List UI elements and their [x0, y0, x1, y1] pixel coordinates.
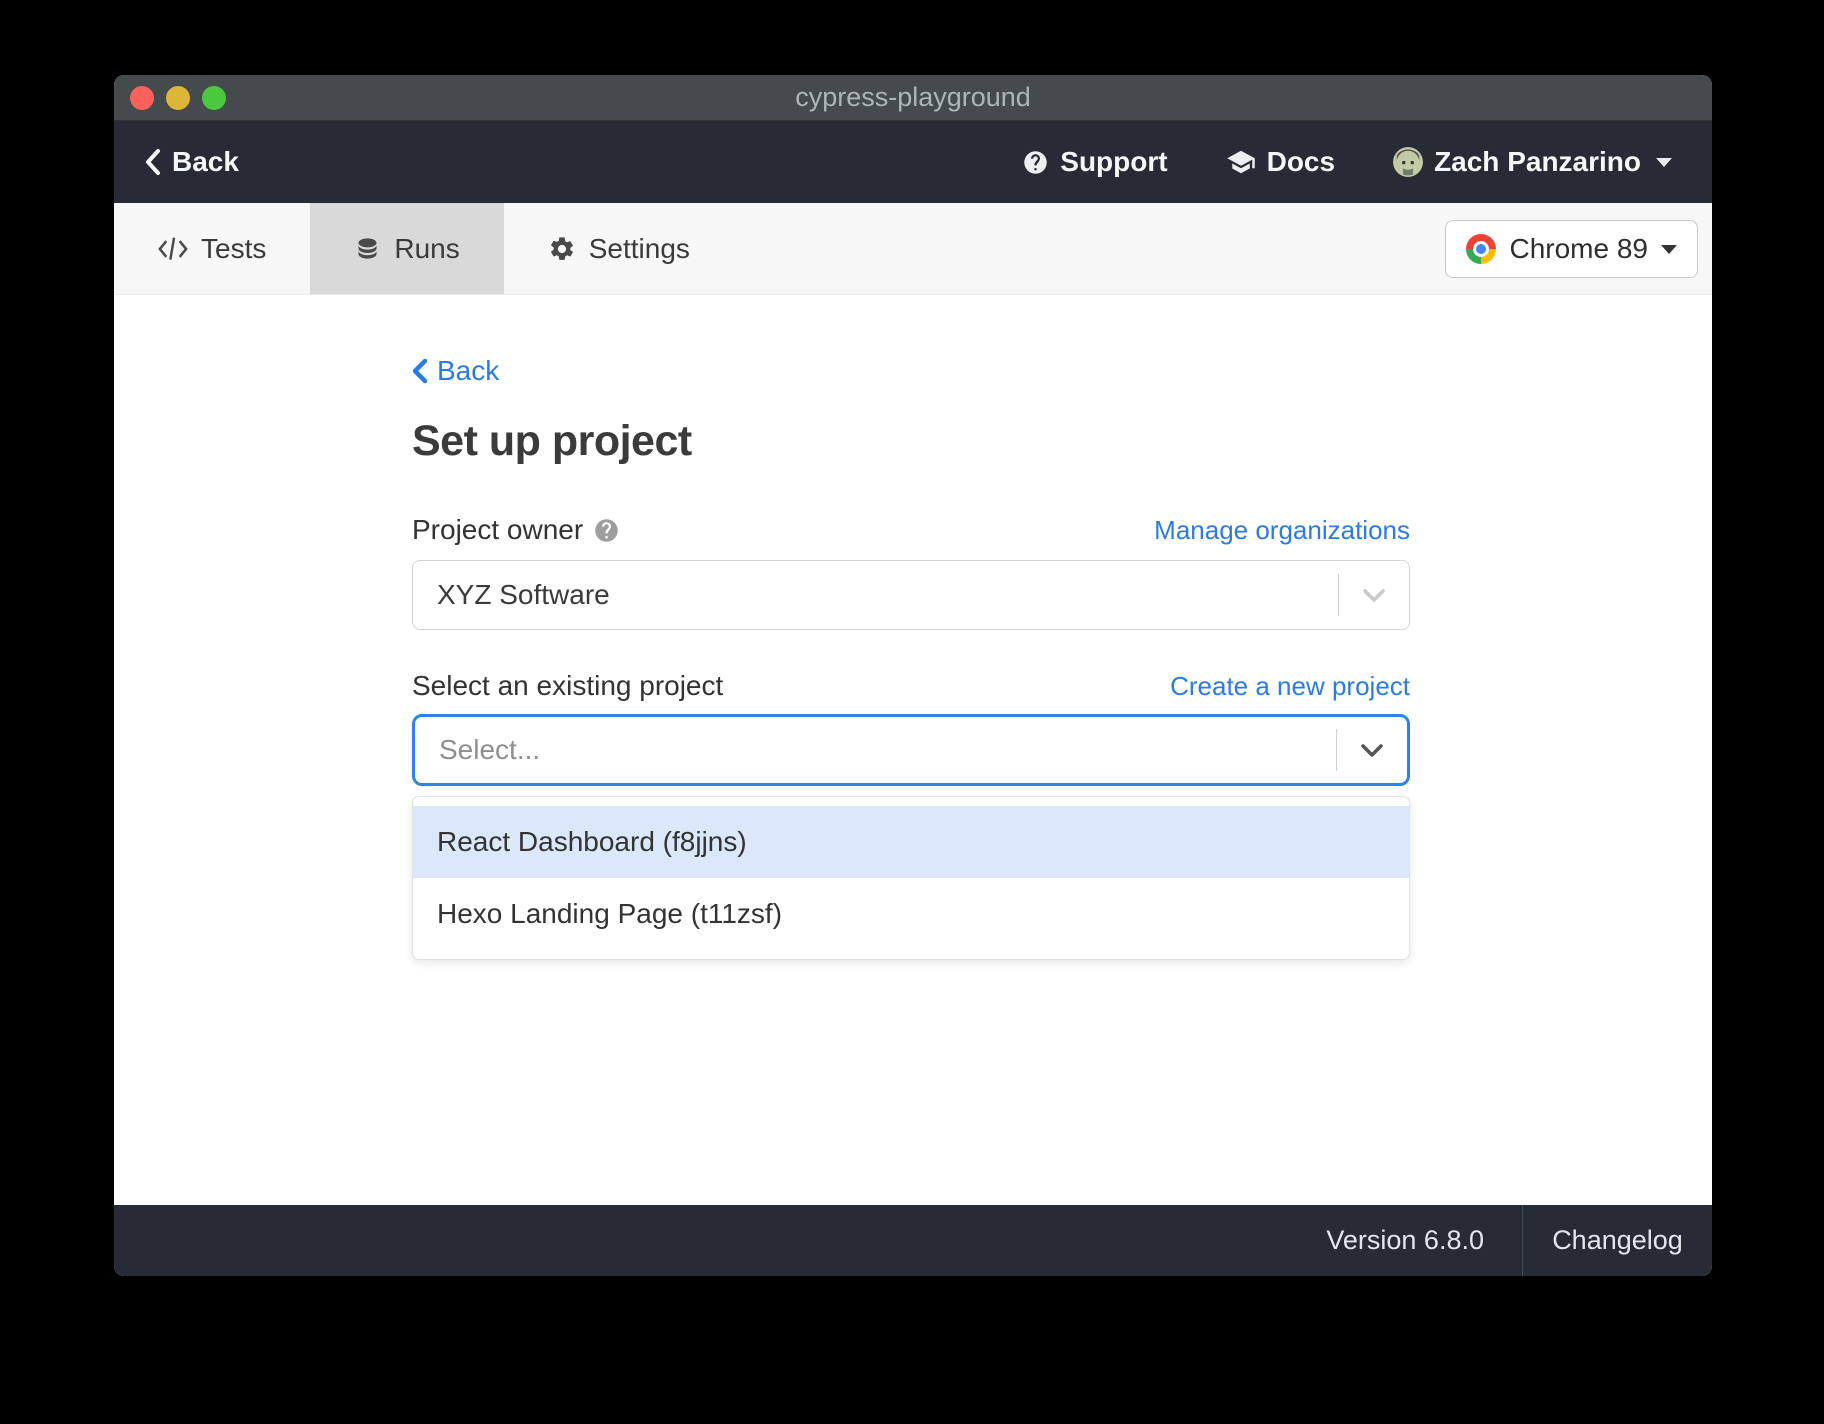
user-name: Zach Panzarino: [1434, 146, 1641, 178]
help-circle-icon: [1022, 149, 1049, 176]
footer: Version 6.8.0 Changelog: [114, 1205, 1712, 1276]
existing-project-select[interactable]: Select...: [412, 714, 1410, 786]
chevron-down-icon[interactable]: [1339, 588, 1409, 603]
tab-settings[interactable]: Settings: [504, 203, 734, 294]
top-navbar: Back Support Docs Zach Panzarino: [114, 121, 1712, 203]
caret-down-icon: [1656, 158, 1672, 167]
gear-icon: [548, 235, 576, 263]
tab-tests-label: Tests: [201, 233, 266, 265]
owner-label-group: Project owner: [412, 514, 620, 546]
tab-runs-label: Runs: [394, 233, 459, 265]
version-text: Version 6.8.0: [1326, 1205, 1522, 1276]
chevron-left-icon: [412, 358, 428, 384]
changelog-link[interactable]: Changelog: [1522, 1205, 1712, 1276]
owner-field-row: Project owner Manage organizations: [412, 514, 1410, 546]
graduation-cap-icon: [1226, 147, 1256, 177]
create-new-project-link[interactable]: Create a new project: [1170, 671, 1410, 702]
browser-label: Chrome 89: [1509, 233, 1648, 265]
tab-settings-label: Settings: [589, 233, 690, 265]
content-back-link[interactable]: Back: [412, 355, 499, 387]
support-link[interactable]: Support: [1022, 146, 1167, 178]
caret-down-icon: [1661, 245, 1677, 254]
titlebar: cypress-playground: [114, 75, 1712, 121]
menu-option[interactable]: React Dashboard (f8jjns): [413, 806, 1409, 878]
owner-label: Project owner: [412, 514, 583, 546]
database-icon: [354, 235, 381, 262]
chevron-down-icon[interactable]: [1337, 743, 1407, 758]
manage-organizations-link[interactable]: Manage organizations: [1154, 515, 1410, 546]
user-avatar: [1393, 147, 1423, 177]
project-owner-select[interactable]: XYZ Software: [412, 560, 1410, 630]
minimize-window-button[interactable]: [166, 86, 190, 110]
tab-tests[interactable]: Tests: [114, 203, 310, 294]
docs-label: Docs: [1267, 146, 1335, 178]
browser-select-button[interactable]: Chrome 89: [1445, 220, 1698, 278]
chevron-left-icon: [144, 148, 162, 176]
menu-option[interactable]: Hexo Landing Page (t11zsf): [413, 878, 1409, 950]
close-window-button[interactable]: [130, 86, 154, 110]
support-label: Support: [1060, 146, 1167, 178]
project-options-menu: React Dashboard (f8jjns) Hexo Landing Pa…: [412, 796, 1410, 960]
code-icon: [158, 236, 188, 262]
traffic-lights: [130, 75, 226, 120]
docs-link[interactable]: Docs: [1226, 146, 1335, 178]
project-owner-value: XYZ Software: [413, 579, 1338, 611]
zoom-window-button[interactable]: [202, 86, 226, 110]
nav-back-label: Back: [172, 146, 239, 178]
user-menu[interactable]: Zach Panzarino: [1393, 146, 1672, 178]
nav-back-button[interactable]: Back: [144, 146, 239, 178]
existing-project-placeholder: Select...: [415, 734, 1336, 766]
nav-right-group: Support Docs Zach Panzarino: [1022, 146, 1672, 178]
content-back-label: Back: [437, 355, 499, 387]
help-circle-icon[interactable]: [593, 517, 620, 544]
main-content: Back Set up project Project owner Manage…: [114, 295, 1712, 1205]
window-title: cypress-playground: [795, 82, 1031, 113]
project-field-row: Select an existing project Create a new …: [412, 670, 1410, 702]
chrome-icon: [1466, 234, 1496, 264]
page-title: Set up project: [412, 417, 1410, 466]
tab-runs[interactable]: Runs: [310, 203, 503, 294]
app-window: cypress-playground Back Support Docs: [114, 75, 1712, 1276]
project-label: Select an existing project: [412, 670, 723, 702]
tabbar: Tests Runs Settings Chrome 89: [114, 203, 1712, 295]
